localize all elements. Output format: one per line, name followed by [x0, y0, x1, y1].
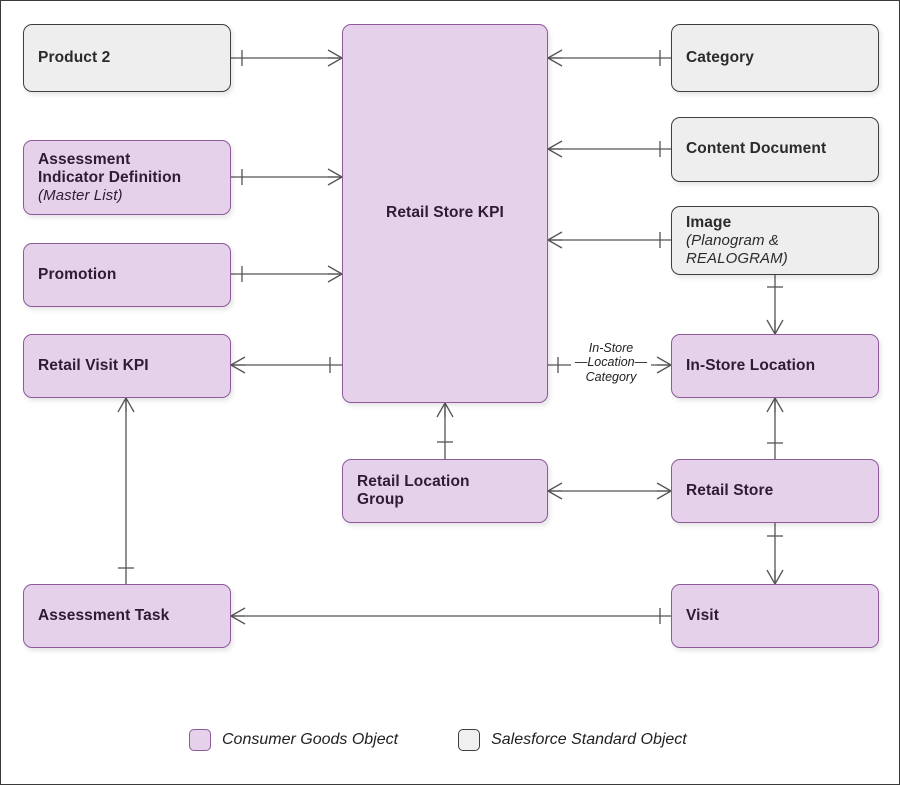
- legend-item-salesforce-standard: Salesforce Standard Object: [458, 729, 687, 751]
- node-label: Retail Store: [686, 481, 774, 499]
- crowsfoot-many: [230, 356, 246, 374]
- crowsfoot-many: [766, 397, 784, 413]
- node-sublabel: (Planogram & REALOGRAM): [686, 232, 788, 267]
- crowsfoot-many: [547, 140, 563, 158]
- crowsfoot-many: [547, 231, 563, 249]
- node-visit[interactable]: Visit: [671, 584, 879, 648]
- legend-swatch-consumer-goods-icon: [189, 729, 211, 751]
- crowsfoot-many: [117, 397, 135, 413]
- node-label: Retail Visit KPI: [38, 356, 149, 374]
- node-label: Image: [686, 213, 732, 231]
- node-in-store-location[interactable]: In-Store Location: [671, 334, 879, 398]
- legend-label: Salesforce Standard Object: [491, 731, 687, 748]
- legend-swatch-salesforce-icon: [458, 729, 481, 751]
- node-sublabel: (Master List): [38, 186, 123, 204]
- crowsfoot-many: [327, 49, 343, 67]
- node-label: Retail Location Group: [357, 472, 470, 508]
- legend-item-consumer-goods: Consumer Goods Object: [189, 729, 398, 751]
- crowsfoot-many: [547, 482, 563, 500]
- er-diagram-canvas: Product 2 Assessment Indicator Definitio…: [0, 0, 900, 785]
- node-category[interactable]: Category: [671, 24, 879, 92]
- node-retail-visit-kpi[interactable]: Retail Visit KPI: [23, 334, 231, 398]
- node-label: Product 2: [38, 48, 111, 66]
- crowsfoot-many: [230, 607, 246, 625]
- legend-label: Consumer Goods Object: [222, 731, 399, 748]
- crowsfoot-many: [766, 319, 784, 335]
- crowsfoot-many: [656, 356, 672, 374]
- node-retail-store-kpi[interactable]: Retail Store KPI: [342, 24, 548, 403]
- node-label: Category: [686, 48, 754, 66]
- node-retail-store[interactable]: Retail Store: [671, 459, 879, 523]
- crowsfoot-many: [766, 569, 784, 585]
- node-label: Assessment Task: [38, 606, 170, 624]
- crowsfoot-many: [327, 168, 343, 186]
- node-label: Assessment Indicator Definition: [38, 150, 182, 186]
- crowsfoot-many: [656, 482, 672, 500]
- node-product-2[interactable]: Product 2: [23, 24, 231, 92]
- crowsfoot-many: [327, 265, 343, 283]
- node-retail-location-group[interactable]: Retail Location Group: [342, 459, 548, 523]
- node-label: Promotion: [38, 265, 117, 283]
- legend: Consumer Goods Object Salesforce Standar…: [189, 719, 741, 761]
- edge-label-in-store-location-category: In-Store —Location— Category: [574, 341, 648, 384]
- node-label: Visit: [686, 606, 719, 624]
- node-assessment-task[interactable]: Assessment Task: [23, 584, 231, 648]
- crowsfoot-many: [436, 402, 454, 418]
- node-label: Retail Store KPI: [386, 204, 504, 222]
- node-content-document[interactable]: Content Document: [671, 117, 879, 182]
- node-assessment-indicator-definition[interactable]: Assessment Indicator Definition (Master …: [23, 140, 231, 215]
- node-label: Content Document: [686, 140, 827, 158]
- node-label: In-Store Location: [686, 356, 816, 374]
- node-image[interactable]: Image (Planogram & REALOGRAM): [671, 206, 879, 275]
- crowsfoot-many: [547, 49, 563, 67]
- node-promotion[interactable]: Promotion: [23, 243, 231, 307]
